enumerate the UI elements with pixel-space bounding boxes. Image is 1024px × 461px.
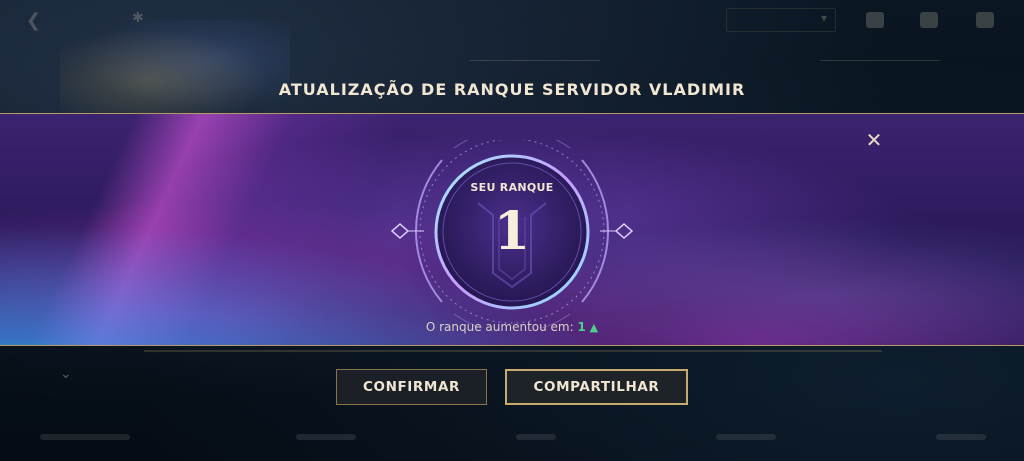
rank-banner: ✕ SEU RANQUE 1 O ranque aumentou em: 1 ▲ bbox=[0, 113, 1024, 346]
rank-change-row: O ranque aumentou em: 1 ▲ bbox=[0, 320, 1024, 334]
rank-change-text: O ranque aumentou em: bbox=[425, 320, 574, 334]
background-nav-item bbox=[936, 434, 986, 440]
background-nav-item bbox=[516, 434, 556, 440]
background-select: ▾ bbox=[726, 8, 836, 32]
background-top-bar: ❮ ✱ ▾ bbox=[0, 0, 1024, 44]
background-tab-line bbox=[470, 60, 600, 61]
background-friends-icon bbox=[976, 12, 994, 28]
background-tab-line bbox=[820, 60, 940, 61]
rank-update-screen: ❮ ✱ ▾ ⌄ ATUALIZAÇÃO DE RANQUE SERVIDOR V… bbox=[0, 0, 1024, 461]
close-button[interactable]: ✕ bbox=[862, 128, 886, 152]
modal-title: ATUALIZAÇÃO DE RANQUE SERVIDOR VLADIMIR bbox=[278, 80, 746, 99]
background-chevron-icon: ⌄ bbox=[60, 366, 72, 382]
background-nav-item bbox=[296, 434, 356, 440]
gear-icon: ✱ bbox=[132, 10, 144, 26]
rank-label: SEU RANQUE bbox=[470, 181, 554, 194]
close-icon: ✕ bbox=[865, 128, 883, 152]
chevron-down-icon: ▾ bbox=[820, 11, 827, 25]
background-icon bbox=[866, 12, 884, 28]
rank-change-value: 1 bbox=[577, 320, 586, 334]
background-panel-edge bbox=[144, 350, 882, 352]
confirm-button[interactable]: CONFIRMAR bbox=[336, 369, 487, 405]
share-button[interactable]: COMPARTILHAR bbox=[505, 369, 688, 405]
back-arrow-icon: ❮ bbox=[26, 10, 42, 31]
background-nav-item bbox=[40, 434, 130, 440]
background-nav-item bbox=[716, 434, 776, 440]
arrow-up-icon: ▲ bbox=[589, 321, 599, 334]
background-bottom-panel bbox=[0, 350, 1024, 461]
rank-value: 1 bbox=[493, 201, 531, 262]
background-mail-icon bbox=[920, 12, 938, 28]
